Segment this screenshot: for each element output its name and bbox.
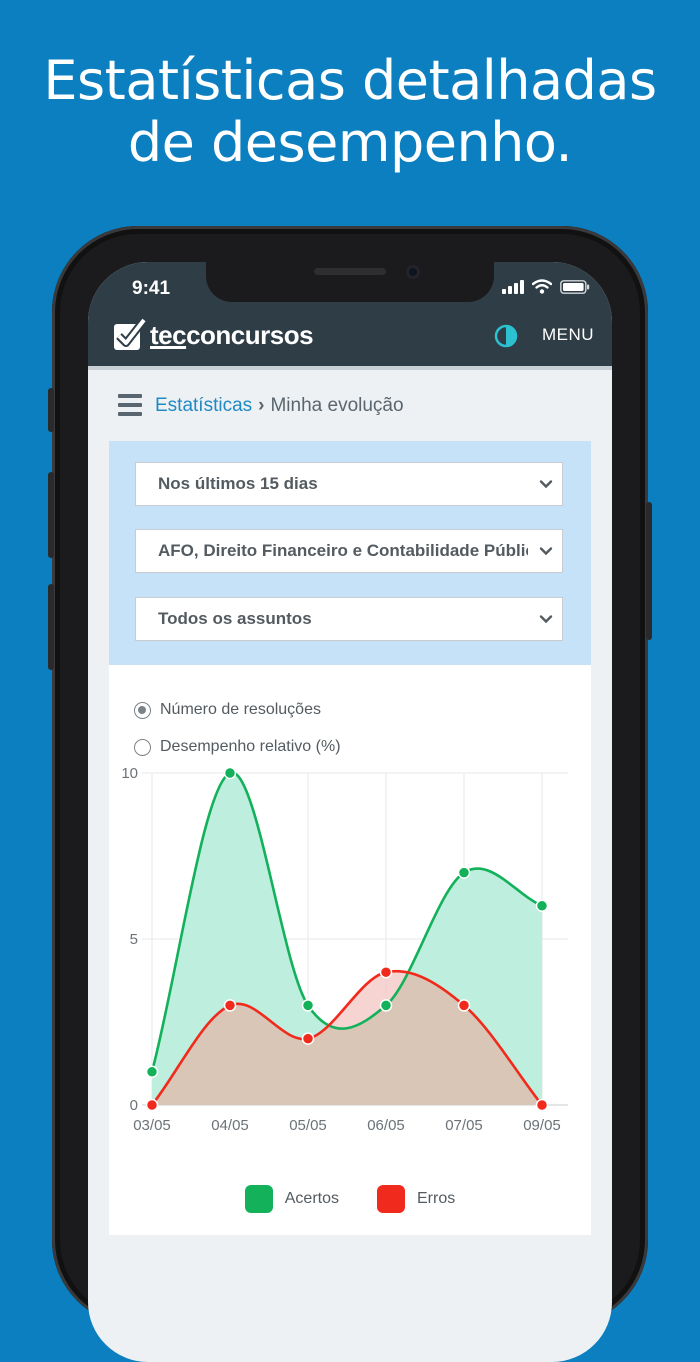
phone-notch — [206, 262, 494, 302]
radio-label: Desempenho relativo (%) — [160, 738, 341, 755]
legend-label-acertos: Acertos — [284, 1190, 339, 1207]
speaker-grille — [314, 268, 386, 275]
headline-line-1: Estatísticas detalhadas — [43, 49, 657, 112]
breadcrumb-current: Minha evolução — [270, 395, 404, 416]
legend-swatch-acertos — [244, 1185, 273, 1213]
headline: Estatísticas detalhadas de desempenho. — [0, 50, 700, 174]
legend-item-erros[interactable]: Erros — [377, 1185, 455, 1213]
x-tick-label: 09/05 — [523, 1117, 561, 1134]
chevron-down-icon — [539, 615, 553, 624]
period-select[interactable]: Nos últimos 15 dias — [135, 462, 563, 506]
legend-item-acertos[interactable]: Acertos — [244, 1185, 339, 1213]
x-tick-label: 06/05 — [367, 1117, 405, 1134]
brand-prefix: tec — [150, 319, 187, 350]
checkbox-logo-icon — [114, 318, 146, 350]
front-camera — [406, 265, 420, 279]
status-time: 9:41 — [132, 278, 171, 299]
chart-card: Número de resoluções Desempenho relativo… — [109, 665, 591, 1235]
point-acertos[interactable] — [379, 999, 393, 1012]
point-acertos[interactable] — [535, 899, 549, 913]
radio-button[interactable] — [134, 738, 151, 756]
phone-silent-switch — [48, 388, 54, 432]
brand-name: tecconcursos — [150, 319, 314, 351]
menu-button[interactable]: MENU — [542, 325, 594, 345]
phone-power-button — [646, 502, 652, 640]
breadcrumb-link-estatisticas[interactable]: Estatísticas — [155, 395, 252, 417]
x-tick-label: 07/05 — [445, 1117, 483, 1134]
point-erros[interactable] — [379, 965, 393, 979]
y-tick-label: 10 — [121, 765, 138, 782]
status-icons — [502, 279, 590, 294]
chevron-right-icon: › — [258, 395, 265, 416]
point-acertos[interactable] — [301, 999, 315, 1012]
signal-icon — [502, 279, 524, 294]
x-tick-label: 05/05 — [289, 1117, 327, 1134]
point-erros[interactable] — [457, 999, 471, 1012]
radio-option-resolucoes[interactable]: Número de resoluções — [134, 701, 321, 719]
point-erros[interactable] — [223, 999, 237, 1012]
subject-select-value: AFO, Direito Financeiro e Contabilidade … — [158, 541, 528, 560]
brand-logo[interactable]: tecconcursos — [112, 318, 314, 352]
point-erros[interactable] — [301, 1032, 315, 1045]
filters-panel: Nos últimos 15 dias AFO, Direito Finance… — [109, 441, 591, 665]
point-erros[interactable] — [535, 1098, 549, 1112]
point-acertos[interactable] — [145, 1065, 159, 1079]
topic-select-value: Todos os assuntos — [158, 609, 312, 628]
point-erros[interactable] — [145, 1098, 159, 1112]
radio-option-desempenho[interactable]: Desempenho relativo (%) — [134, 738, 341, 756]
wifi-icon — [532, 279, 552, 294]
x-tick-label: 04/05 — [211, 1117, 249, 1134]
phone-screen: 9:41 tecconcursos MENU Estatísticas › Mi… — [88, 262, 612, 1362]
y-tick-label: 5 — [130, 931, 138, 948]
chevron-down-icon — [539, 547, 553, 556]
x-tick-label: 03/05 — [133, 1117, 171, 1134]
battery-icon — [560, 279, 590, 294]
period-select-value: Nos últimos 15 dias — [158, 474, 318, 493]
contrast-toggle-icon[interactable] — [494, 324, 518, 348]
legend-label-erros: Erros — [417, 1190, 456, 1207]
chevron-down-icon — [539, 480, 553, 489]
phone-volume-up — [48, 472, 54, 558]
phone-volume-down — [48, 584, 54, 670]
headline-line-2: de desempenho. — [127, 111, 573, 174]
brand-suffix: concursos — [186, 319, 314, 350]
subject-select[interactable]: AFO, Direito Financeiro e Contabilidade … — [135, 529, 563, 573]
y-tick-label: 0 — [130, 1097, 138, 1114]
radio-button[interactable] — [134, 701, 151, 719]
radio-label: Número de resoluções — [160, 701, 321, 718]
breadcrumb: Estatísticas › Minha evolução — [155, 395, 404, 417]
chart-legend: Acertos Erros — [109, 1185, 591, 1213]
legend-swatch-erros — [377, 1185, 405, 1213]
header-divider — [88, 366, 612, 370]
evolution-chart: 0 5 10 03/05 04/05 05/05 06/05 07/05 09/05 — [121, 765, 568, 1134]
hamburger-menu-icon[interactable] — [118, 394, 142, 420]
topic-select[interactable]: Todos os assuntos — [135, 597, 563, 641]
point-acertos[interactable] — [457, 866, 471, 879]
point-acertos[interactable] — [223, 766, 237, 780]
